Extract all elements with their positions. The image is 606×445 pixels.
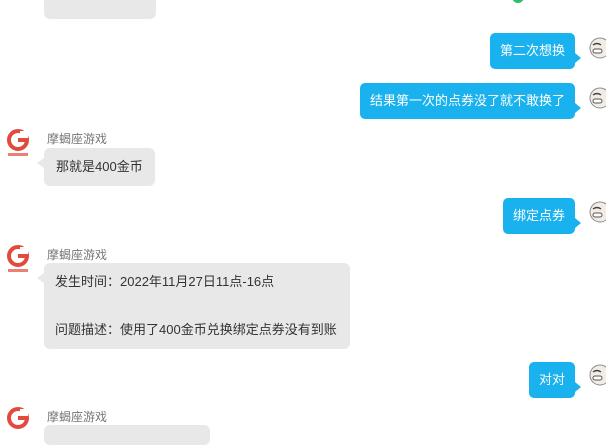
face-avatar-icon[interactable] (589, 87, 606, 109)
user-message-bubble: 绑定点券 (502, 198, 582, 234)
user-message-bubble: 第二次想换 (489, 33, 582, 69)
sender-name: 摩蝎座游戏 (47, 410, 108, 424)
bot-message-bubble: 那就是400金币 (37, 148, 155, 186)
message-line: 发生时间：2022年11月27日11点-16点 (55, 274, 275, 289)
bot-message-bubble (44, 425, 210, 445)
message-line: 问题描述：使用了400金币兑换绑定点券没有到账 (55, 322, 337, 337)
online-dot-icon (512, 0, 524, 3)
game-logo-icon[interactable] (6, 245, 30, 277)
sender-name: 摩蝎座游戏 (47, 132, 108, 146)
face-avatar-icon[interactable] (589, 37, 606, 59)
game-logo-icon[interactable] (6, 129, 30, 161)
user-message-bubble: 结果第一次的点券没了就不敢换了 (359, 83, 582, 119)
face-avatar-icon[interactable] (589, 201, 606, 223)
bot-message-bubble: 发生时间：2022年11月27日11点-16点 问题描述：使用了400金币兑换绑… (37, 263, 350, 349)
face-avatar-icon[interactable] (589, 364, 606, 386)
user-message-bubble: 对对 (528, 362, 582, 398)
sender-name: 摩蝎座游戏 (47, 248, 108, 262)
previous-message-bubble (44, 0, 156, 19)
game-logo-icon[interactable] (6, 407, 30, 439)
